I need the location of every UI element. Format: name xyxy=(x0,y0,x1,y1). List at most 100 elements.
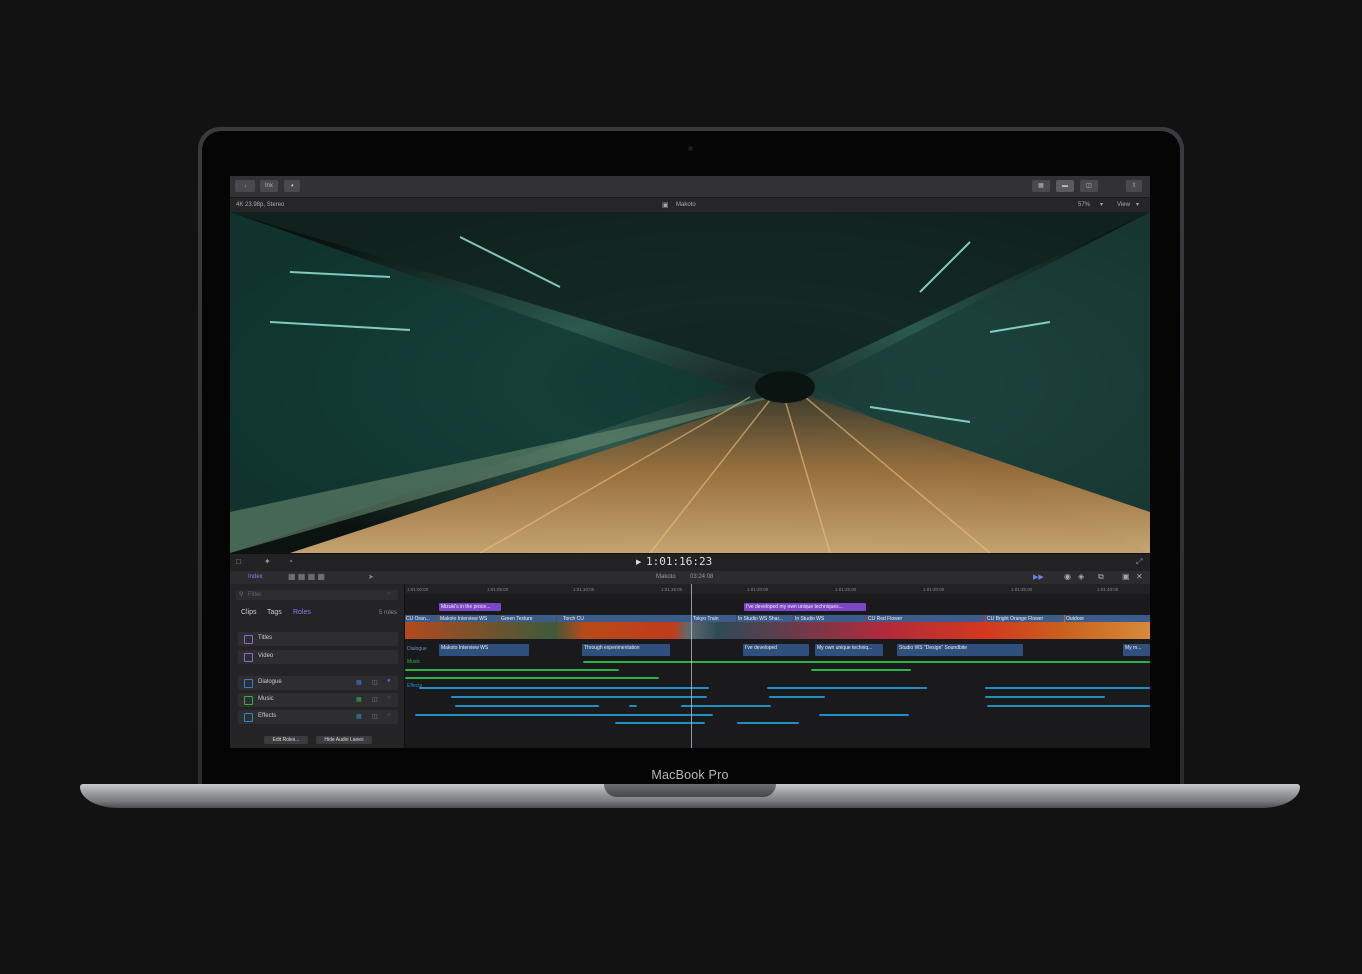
retime-icon[interactable]: ◔ xyxy=(288,557,293,566)
headphones-icon[interactable]: ◉ xyxy=(1064,572,1071,581)
close-icon[interactable]: ✕ xyxy=(1136,572,1143,581)
lane-icon[interactable]: ▦ xyxy=(356,679,362,686)
dialogue-clip[interactable]: Through experimentation xyxy=(582,644,670,656)
role-row-dialogue[interactable]: Dialogue ▦ ◫ ● xyxy=(238,676,398,690)
lane-icon[interactable]: ▦ xyxy=(356,713,362,720)
focus-icon[interactable]: ◫ xyxy=(372,696,378,703)
role-row-titles[interactable]: Titles xyxy=(238,632,398,646)
timeline[interactable]: 1:01:00:00 1:01:05:00 1:01:10:00 1:01:15… xyxy=(405,584,1150,748)
snapping-icon[interactable]: ⧉ xyxy=(1098,572,1104,582)
focus-icon[interactable]: ◫ xyxy=(372,713,378,720)
video-clip[interactable]: CU Bright Orange Flower xyxy=(986,615,1064,622)
fullscreen-icon[interactable]: ⤢ xyxy=(1136,557,1142,567)
timeline-toggle-button[interactable]: ▬ xyxy=(1056,180,1074,192)
filter-clear-icon[interactable]: ○ xyxy=(387,591,391,597)
video-clip[interactable]: CU Red Flower xyxy=(867,615,985,622)
focus-icon[interactable]: ◫ xyxy=(372,679,378,686)
tab-tags[interactable]: Tags xyxy=(267,609,282,616)
effects-clip[interactable] xyxy=(681,705,771,707)
effects-clip[interactable] xyxy=(819,714,909,716)
browser-toggle-button[interactable]: ▦ xyxy=(1032,180,1050,192)
effects-clip[interactable] xyxy=(985,687,1150,689)
share-button[interactable]: ⇧ xyxy=(1126,180,1142,192)
checkbox-icon[interactable] xyxy=(244,713,253,722)
play-icon[interactable]: ▶ xyxy=(636,558,641,566)
clip-label: I've developed my own unique techniques.… xyxy=(746,604,843,610)
tab-clips[interactable]: Clips xyxy=(241,609,257,616)
audio-meters-icon[interactable]: ▶▶ xyxy=(1033,573,1044,581)
checkbox-icon[interactable] xyxy=(244,653,253,662)
tab-roles[interactable]: Roles xyxy=(293,609,311,616)
role-row-music[interactable]: Music ▦ ◫ ○ xyxy=(238,693,398,707)
video-clip[interactable]: Green Texture xyxy=(500,615,556,622)
role-row-effects[interactable]: Effects ▦ ◫ ○ xyxy=(238,710,398,724)
dialogue-clip[interactable]: Studio WS "Design" Soundbite xyxy=(897,644,1023,656)
zoom-menu[interactable]: 57% xyxy=(1078,202,1090,208)
clip-settings-icon[interactable]: ▣ xyxy=(1122,572,1130,581)
video-clip[interactable]: Outdoor xyxy=(1065,615,1150,622)
role-row-video[interactable]: Video xyxy=(238,650,398,664)
checkbox-icon[interactable] xyxy=(244,679,253,688)
inspector-toggle-button[interactable]: ◫ xyxy=(1080,180,1098,192)
effects-clip[interactable] xyxy=(737,722,799,724)
clip-label: Makoto Interview WS xyxy=(440,616,488,622)
ruler-tick: 1:01:25:00 xyxy=(835,587,857,592)
crop-icon[interactable]: □ xyxy=(236,557,241,566)
music-clip[interactable] xyxy=(583,661,1150,663)
arrow-tool-icon[interactable]: ➤ xyxy=(368,573,374,581)
video-viewer[interactable] xyxy=(230,212,1150,553)
playhead[interactable] xyxy=(691,584,692,748)
tab-index[interactable]: Index xyxy=(248,574,263,580)
checkbox-icon[interactable] xyxy=(244,635,253,644)
search-input[interactable]: ⚲ Filter ○ xyxy=(236,590,398,600)
video-clip[interactable]: In Studio WS Shar... xyxy=(737,615,793,622)
solo-icon[interactable]: ● xyxy=(387,678,391,684)
title-clip[interactable]: I've developed my own unique techniques.… xyxy=(744,603,866,611)
clip-label: CU Oran... xyxy=(406,616,430,622)
solo-icon[interactable]: ○ xyxy=(387,695,391,701)
clip-label: Tokyo Train xyxy=(693,616,719,622)
video-clip[interactable]: Makoto Interview WS xyxy=(439,615,499,622)
effects-clip[interactable] xyxy=(987,705,1150,707)
dialogue-clip[interactable]: My m... xyxy=(1123,644,1150,656)
video-clip[interactable]: CU Oran... xyxy=(405,615,438,622)
import-button[interactable]: ↓ xyxy=(235,180,255,192)
dialogue-clip[interactable]: I've developed xyxy=(743,644,809,656)
music-clip[interactable] xyxy=(405,669,619,671)
effects-clip[interactable] xyxy=(767,687,927,689)
clip-label: I've developed xyxy=(745,645,778,651)
edit-roles-button[interactable]: Edit Roles... xyxy=(264,736,308,744)
effects-clip[interactable] xyxy=(613,714,713,716)
clip-label: In Studio WS Shar... xyxy=(738,616,784,622)
music-clip[interactable] xyxy=(405,677,659,679)
hide-audio-lanes-button[interactable]: Hide Audio Lanes xyxy=(316,736,372,744)
dialogue-clip[interactable]: My own unique techniq... xyxy=(815,644,883,656)
effects-clip[interactable] xyxy=(419,687,709,689)
ruler-tick: 1:01:30:00 xyxy=(923,587,945,592)
timeline-ruler[interactable]: 1:01:00:00 1:01:05:00 1:01:10:00 1:01:15… xyxy=(405,584,1150,594)
dialogue-clip[interactable]: Makoto Interview WS xyxy=(439,644,529,656)
clip-label: Mizuki's in the proce... xyxy=(441,604,491,610)
effects-clip[interactable] xyxy=(451,696,707,698)
checkbox-icon[interactable] xyxy=(244,696,253,705)
view-menu[interactable]: View xyxy=(1117,202,1130,208)
effects-clip[interactable] xyxy=(415,714,615,716)
music-clip[interactable] xyxy=(811,669,911,671)
solo-icon[interactable]: ○ xyxy=(387,712,391,718)
effects-clip[interactable] xyxy=(985,696,1105,698)
effects-clip[interactable] xyxy=(769,696,825,698)
video-clip[interactable]: Torch CU xyxy=(557,615,691,622)
video-clip[interactable]: In Studio WS xyxy=(794,615,866,622)
enhance-icon[interactable]: ✦ xyxy=(264,557,271,566)
effects-clip[interactable] xyxy=(455,705,599,707)
keyword-button[interactable]: lnx xyxy=(260,180,278,192)
lane-icon[interactable]: ▦ xyxy=(356,696,362,703)
skimming-icon[interactable]: ◈ xyxy=(1078,572,1084,581)
background-tasks-button[interactable]: ◕ xyxy=(284,180,300,192)
effects-clip[interactable] xyxy=(629,705,637,707)
title-clip[interactable]: Mizuki's in the proce... xyxy=(439,603,501,611)
video-clip[interactable]: Tokyo Train xyxy=(692,615,736,622)
clip-appearance-icon[interactable]: ▦ ▦ ▦ ▦ xyxy=(288,572,325,581)
role-label: Video xyxy=(258,653,274,659)
ruler-tick: 1:01:00:00 xyxy=(407,587,429,592)
